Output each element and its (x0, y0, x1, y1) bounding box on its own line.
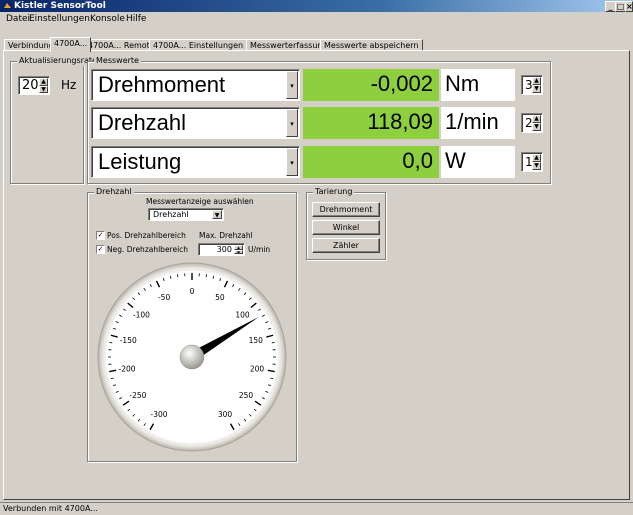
gauge-tick-label: -300 (150, 410, 167, 419)
gauge-tick-label: 0 (190, 287, 195, 296)
tare-winkel-button[interactable]: Winkel (312, 220, 380, 235)
max-speed-unit: U/min (248, 245, 270, 254)
decimals-spin-buttons-2[interactable]: ▲▼ (532, 115, 541, 131)
tarierung-group: Tarierung Drehmoment Winkel Zähler (306, 192, 386, 260)
max-speed-spinner[interactable]: 300 ▲▼ (198, 243, 245, 256)
measure-select-3-value: Leistung (98, 149, 181, 174)
messwerte-group-title: Messwerte (94, 56, 141, 66)
rate-spin-buttons[interactable]: ▲ ▼ (39, 78, 48, 93)
spin-down-icon[interactable]: ▼ (234, 250, 243, 255)
spin-up-icon[interactable]: ▲ (532, 77, 541, 85)
max-speed-label: Max. Drehzahl (199, 231, 253, 240)
dropdown-arrow-icon[interactable]: ▾ (286, 71, 298, 99)
measure-select-2-value: Drehzahl (98, 110, 186, 135)
neg-range-label: Neg. Drehzahlbereich (107, 245, 188, 254)
checkmark-icon: ✓ (98, 231, 104, 239)
tab-4700a[interactable]: 4700A... (50, 37, 91, 52)
max-speed-value: 300 (217, 244, 232, 255)
drehzahl-group: Drehzahl Messwertanzeige auswählen Drehz… (87, 192, 297, 462)
menu-bar: Datei Einstellungen Konsole Hilfe (0, 12, 633, 26)
rate-spinner[interactable]: 20 ▲ ▼ (18, 76, 50, 95)
gauge-tick-label: -250 (129, 391, 146, 400)
gauge-tick-label: -150 (120, 336, 137, 345)
close-button[interactable]: × (625, 1, 633, 12)
spin-up-icon[interactable]: ▲ (532, 115, 541, 123)
pos-range-label: Pos. Drehzahlbereich (107, 231, 186, 240)
neg-range-checkbox[interactable]: ✓ (96, 245, 105, 254)
measure-select-2[interactable]: Drehzahl ▾ (91, 107, 300, 139)
menu-hilfe[interactable]: Hilfe (126, 12, 146, 26)
speed-gauge: -300 -250 -200 -150 -100 -50 0 50 100 150 200 250 30… (88, 257, 296, 457)
gauge-tick-label: 250 (239, 391, 254, 400)
pos-range-checkbox[interactable]: ✓ (96, 231, 105, 240)
dropdown-arrow-icon[interactable]: ▾ (286, 148, 298, 176)
rate-unit: Hz (61, 78, 76, 92)
status-bar: Verbunden mit 4700A... (0, 502, 633, 514)
gauge-hub (180, 345, 204, 369)
menu-konsole[interactable]: Konsole (90, 12, 125, 26)
messwerte-group: Messwerte Drehmoment ▾ -0,002 Nm 3 ▲▼ Dr… (87, 61, 551, 184)
checkmark-icon: ✓ (98, 245, 104, 253)
measure-value-1: -0,002 (303, 69, 439, 101)
gauge-minor-tick (206, 274, 207, 277)
measure-unit-1: Nm (441, 69, 515, 101)
display-select-label: Messwertanzeige auswählen (146, 197, 254, 206)
gauge-tick-label: 50 (215, 293, 225, 302)
spin-down-icon[interactable]: ▼ (532, 85, 541, 93)
measure-select-3[interactable]: Leistung ▾ (91, 146, 300, 178)
max-speed-spin-buttons[interactable]: ▲▼ (234, 245, 243, 254)
spin-down-icon[interactable]: ▼ (39, 86, 48, 94)
gauge-tick-label: 200 (250, 364, 265, 373)
gauge-tick-label: -50 (158, 293, 170, 302)
menu-datei[interactable]: Datei (6, 12, 30, 26)
spin-up-icon[interactable]: ▲ (532, 154, 541, 162)
kistler-app-icon (3, 2, 12, 10)
gauge-tick-label: 300 (218, 410, 233, 419)
menu-einstellungen[interactable]: Einstellungen (29, 12, 90, 26)
measure-value-2: 118,09 (303, 107, 439, 139)
decimals-spin-buttons-1[interactable]: ▲▼ (532, 77, 541, 93)
decimals-spin-buttons-3[interactable]: ▲▼ (532, 154, 541, 170)
tare-zaehler-button[interactable]: Zähler (312, 238, 380, 253)
measure-select-1-value: Drehmoment (98, 72, 225, 97)
gauge-tick-label: -200 (118, 364, 135, 373)
rate-value: 20 (22, 77, 39, 94)
window-title: Kistler SensorTool (14, 0, 106, 12)
measure-select-1[interactable]: Drehmoment ▾ (91, 69, 300, 101)
title-bar: Kistler SensorTool _ □ × (0, 0, 633, 12)
gauge-minor-tick (272, 342, 275, 343)
spin-up-icon[interactable]: ▲ (39, 78, 48, 86)
dropdown-arrow-icon[interactable]: ▾ (286, 109, 298, 137)
rate-group: Aktualisierungsrate 20 ▲ ▼ Hz (10, 61, 84, 184)
decimals-spinner-2[interactable]: 2 ▲▼ (521, 113, 543, 133)
display-select[interactable]: Drehzahl ▼ (148, 208, 224, 221)
gauge-minor-tick (109, 342, 112, 343)
spin-down-icon[interactable]: ▼ (532, 162, 541, 170)
decimals-spinner-1[interactable]: 3 ▲▼ (521, 75, 543, 95)
tarierung-group-title: Tarierung (313, 187, 354, 197)
gauge-tick-label: 100 (235, 311, 250, 320)
spin-down-icon[interactable]: ▼ (532, 123, 541, 131)
measure-unit-2: 1/min (441, 107, 515, 139)
display-select-value: Drehzahl (153, 209, 189, 220)
decimals-spinner-3[interactable]: 1 ▲▼ (521, 152, 543, 172)
drehzahl-group-title: Drehzahl (94, 187, 134, 197)
gauge-tick-label: 150 (249, 336, 264, 345)
measure-unit-3: W (441, 146, 515, 178)
dropdown-arrow-icon[interactable]: ▼ (212, 210, 222, 219)
gauge-minor-tick (177, 274, 178, 277)
measure-value-3: 0,0 (303, 146, 439, 178)
gauge-tick-label: -100 (133, 311, 150, 320)
tare-drehmoment-button[interactable]: Drehmoment (312, 202, 380, 217)
status-text: Verbunden mit 4700A... (3, 504, 98, 513)
